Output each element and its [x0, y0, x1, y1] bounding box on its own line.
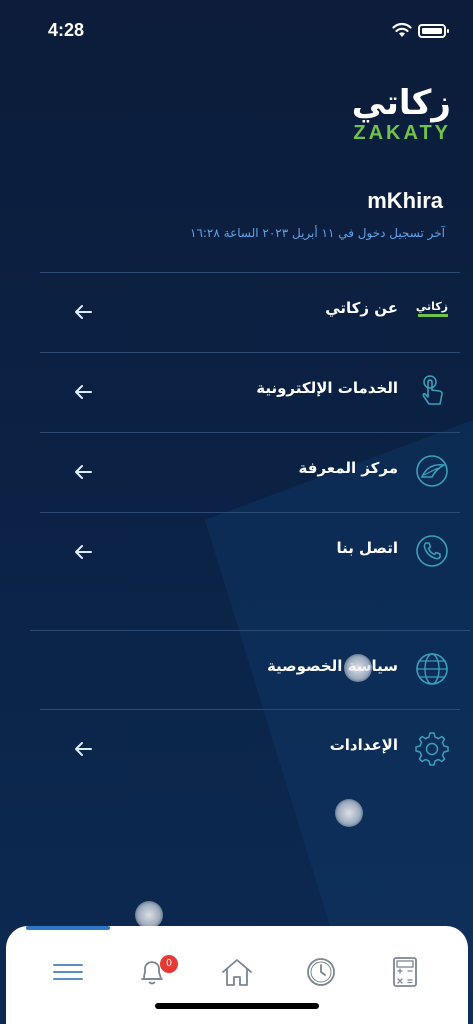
logo-arabic: زكاتي	[351, 83, 451, 123]
menu-icon[interactable]	[48, 952, 88, 992]
zakaty-logo: زكاتي ZAKATY	[341, 86, 451, 144]
globe-icon	[416, 653, 448, 685]
gear-icon	[415, 732, 449, 766]
menu-screen: 4:28 زكاتي ZAKATY mKhira آخر تسجيل دخول …	[0, 0, 473, 1024]
svg-text:زكاتي: زكاتي	[416, 300, 448, 313]
menu-item-label: اتصل بنا	[336, 539, 398, 557]
arrow-left-icon	[75, 545, 92, 559]
phone-icon	[416, 535, 448, 567]
menu-item-label: الإعدادات	[329, 736, 398, 754]
arrow-left-icon	[75, 385, 92, 399]
menu-item-settings[interactable]: الإعدادات	[40, 710, 460, 788]
menu-item-about-zakaty[interactable]: عن زكاتي زكاتي	[40, 273, 460, 351]
menu-item-contact-us[interactable]: اتصل بنا	[40, 513, 460, 591]
menu-item-knowledge-center[interactable]: مركز المعرفة	[40, 433, 460, 511]
touch-indicator	[135, 901, 163, 929]
touch-hand-icon	[422, 375, 443, 405]
wifi-icon	[392, 22, 412, 37]
last-login-text: آخر تسجيل دخول في ١١ أبريل ٢٠٢٣ الساعة ١…	[190, 226, 445, 240]
home-icon[interactable]	[217, 952, 257, 992]
zakaty-logo-icon: زكاتي	[416, 300, 448, 317]
knowledge-leaf-icon	[416, 455, 448, 487]
clock-icon[interactable]	[301, 952, 341, 992]
menu-item-label: مركز المعرفة	[298, 459, 398, 477]
arrow-left-icon	[75, 465, 92, 479]
touch-indicator	[335, 799, 363, 827]
status-time: 4:28	[48, 20, 85, 40]
touch-indicator	[344, 654, 372, 682]
menu-item-label: عن زكاتي	[325, 299, 398, 317]
status-bar: 4:28	[0, 0, 473, 62]
active-tab-indicator	[26, 926, 110, 930]
arrow-left-icon	[75, 305, 92, 319]
home-indicator	[155, 1003, 319, 1009]
calculator-icon[interactable]	[385, 952, 425, 992]
battery-icon	[418, 24, 449, 38]
user-name: mKhira	[367, 188, 443, 213]
logo-english: ZAKATY	[353, 122, 451, 144]
menu-item-label: سياسة الخصوصية	[266, 657, 398, 675]
notification-badge: 0	[160, 955, 178, 973]
arrow-left-icon	[75, 742, 92, 756]
menu-item-label: الخدمات الإلكترونية	[256, 379, 398, 397]
menu-item-e-services[interactable]: الخدمات الإلكترونية	[40, 353, 460, 431]
menu-item-privacy-policy[interactable]: سياسة الخصوصية	[40, 631, 460, 709]
